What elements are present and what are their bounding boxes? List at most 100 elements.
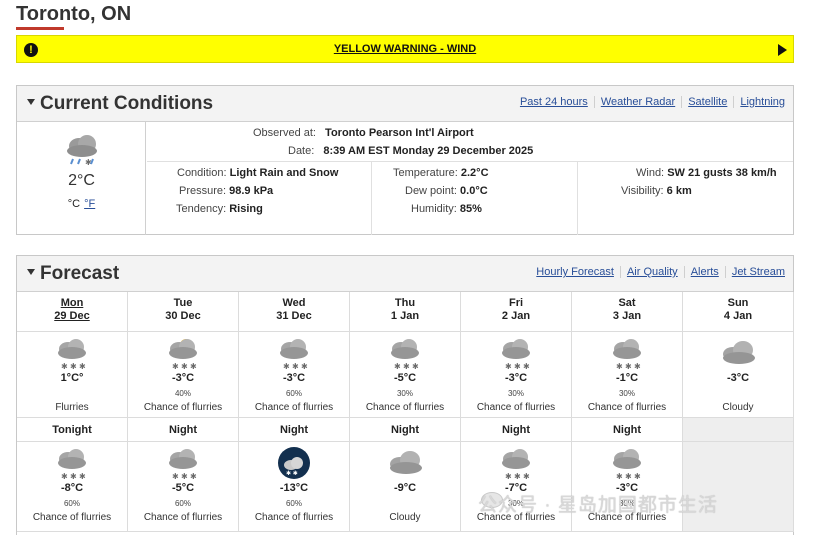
date-row: Date: 8:39 AM EST Monday 29 December 202… [288, 145, 533, 157]
svg-text:✱: ✱ [412, 362, 419, 371]
snow-cloud-icon: ✱ ✱ ✱ [610, 336, 646, 375]
svg-text:✱: ✱ [505, 362, 512, 371]
day-name: Mon [60, 297, 84, 309]
forecast-header: Forecast Hourly Forecast Air Quality Ale… [17, 256, 793, 292]
night-temperature: -9°C [393, 482, 417, 494]
divider [147, 161, 793, 162]
snow-cloud-icon: ✱ ✱ ✱ [55, 446, 91, 485]
link-alerts[interactable]: Alerts [685, 266, 726, 278]
forecast-night-header: Night [350, 418, 461, 442]
forecast-night-header: Night [572, 418, 683, 442]
day-temperature: 1°C° [60, 372, 84, 384]
day-name: Wed [282, 297, 306, 309]
forecast-day-header[interactable]: Mon 29 Dec [17, 292, 128, 332]
rain-snow-cloud-icon: ✱ [67, 135, 97, 167]
svg-text:✱: ✱ [523, 472, 530, 481]
snow-cloud-icon: ✱ ✱ ✱ [166, 446, 202, 485]
svg-text:✱: ✱ [172, 472, 179, 481]
forecast-toggle[interactable]: Forecast [27, 263, 119, 285]
night-temperature: -13°C [279, 482, 309, 494]
svg-text:✱: ✱ [505, 472, 512, 481]
current-conditions-header: Current Conditions Past 24 hours Weather… [17, 86, 793, 122]
temperature-value: 2.2°C [460, 167, 489, 179]
day-name: Sun [727, 297, 749, 309]
day-name: Tue [173, 297, 193, 309]
day-temperature: -3°C [726, 372, 750, 384]
day-name: Thu [394, 297, 416, 309]
day-temperature: -1°C [615, 372, 639, 384]
observed-at-label: Observed at: [253, 127, 316, 139]
forecast-day-header[interactable]: Fri 2 Jan [461, 292, 572, 332]
play-arrow-icon[interactable] [778, 44, 787, 56]
wind-value: SW 21 gusts 38 km/h [667, 167, 777, 179]
pressure-label: Pressure: [179, 185, 227, 197]
visibility-label: Visibility: [621, 185, 664, 197]
unit-fahrenheit[interactable]: °F [84, 198, 95, 210]
day-name: Fri [508, 297, 524, 309]
day-date: 3 Jan [612, 310, 642, 322]
forecast-day-header[interactable]: Sat 3 Jan [572, 292, 683, 332]
forecast-night-cell: ✱ ✱ ✱ -8°C 60% Chance of flurries [17, 442, 128, 532]
svg-text:✱: ✱ [190, 362, 197, 371]
forecast-night-header: Tonight [17, 418, 128, 442]
link-past-24-hours[interactable]: Past 24 hours [514, 96, 595, 108]
link-lightning[interactable]: Lightning [734, 96, 785, 108]
snow-cloud-icon: ✱ ✱ ✱ [388, 336, 424, 375]
day-precip-chance: 30% [618, 389, 635, 398]
tendency-row: Tendency: Rising [176, 203, 263, 215]
observed-at-value: Toronto Pearson Int'l Airport [325, 127, 474, 139]
forecast-night-cell: -9°C Cloudy [350, 442, 461, 532]
unit-celsius[interactable]: °C [68, 198, 80, 210]
svg-text:✱: ✱ [79, 362, 86, 371]
collapse-triangle-icon [27, 268, 35, 275]
link-weather-radar[interactable]: Weather Radar [595, 96, 683, 108]
forecast-day-header[interactable]: Tue 30 Dec [128, 292, 239, 332]
svg-text:✱: ✱ [634, 362, 641, 371]
day-date: 2 Jan [501, 310, 531, 322]
current-conditions-title: Current Conditions [40, 93, 214, 114]
link-jet-stream[interactable]: Jet Stream [726, 266, 785, 278]
link-satellite[interactable]: Satellite [682, 96, 735, 108]
day-precip-chance: 40% [174, 389, 191, 398]
current-conditions-toggle[interactable]: Current Conditions [27, 93, 213, 115]
empty-night-header [683, 418, 794, 442]
night-precip-chance: 60% [285, 499, 302, 508]
forecast-day-cell: ✱ ✱ ✱ -5°C 30% Chance of flurries [350, 332, 461, 418]
weather-warning-banner[interactable]: ! YELLOW WARNING - WIND [16, 35, 794, 63]
forecast-day-header[interactable]: Wed 31 Dec [239, 292, 350, 332]
condition-row: Condition: Light Rain and Snow [177, 167, 367, 179]
day-summary: Flurries [55, 402, 89, 413]
day-precip-chance: 60% [285, 389, 302, 398]
warning-link[interactable]: YELLOW WARNING - WIND [17, 43, 793, 55]
day-temperature: -5°C [393, 372, 417, 384]
forecast-day-cell: ✱ ✱ ✱ -3°C 40% Chance of flurries [128, 332, 239, 418]
svg-text:✱: ✱ [70, 472, 77, 481]
day-name: Sat [618, 297, 636, 309]
link-hourly-forecast[interactable]: Hourly Forecast [530, 266, 621, 278]
title-underline [16, 27, 64, 30]
snow-cloud-icon: ✱ ✱ ✱ [499, 336, 535, 375]
day-summary: Chance of flurries [587, 402, 667, 413]
wind-label: Wind: [636, 167, 665, 179]
current-conditions-links: Past 24 hours Weather Radar Satellite Li… [514, 96, 785, 108]
cloud-icon [721, 336, 757, 375]
forecast-night-header: Night [128, 418, 239, 442]
link-air-quality[interactable]: Air Quality [621, 266, 685, 278]
forecast-night-cell: ✱ ✱ -13°C 60% Chance of flurries [239, 442, 350, 532]
current-conditions-panel: Current Conditions Past 24 hours Weather… [16, 85, 794, 235]
svg-text:✱: ✱ [403, 362, 410, 371]
day-summary: Chance of flurries [365, 402, 445, 413]
svg-text:✱: ✱ [61, 362, 68, 371]
forecast-day-cell: ✱ ✱ ✱ -3°C 60% Chance of flurries [239, 332, 350, 418]
svg-text:✱: ✱ [61, 472, 68, 481]
unit-toggle: °C °F [17, 198, 146, 210]
svg-text:✱: ✱ [79, 472, 86, 481]
svg-text:✱: ✱ [283, 362, 290, 371]
divider [371, 162, 372, 235]
forecast-day-header[interactable]: Thu 1 Jan [350, 292, 461, 332]
day-summary: Chance of flurries [143, 402, 223, 413]
date-label: Date: [288, 145, 315, 157]
forecast-day-header[interactable]: Sun 4 Jan [683, 292, 794, 332]
night-summary: Chance of flurries [254, 512, 334, 523]
day-precip-chance: 30% [507, 389, 524, 398]
